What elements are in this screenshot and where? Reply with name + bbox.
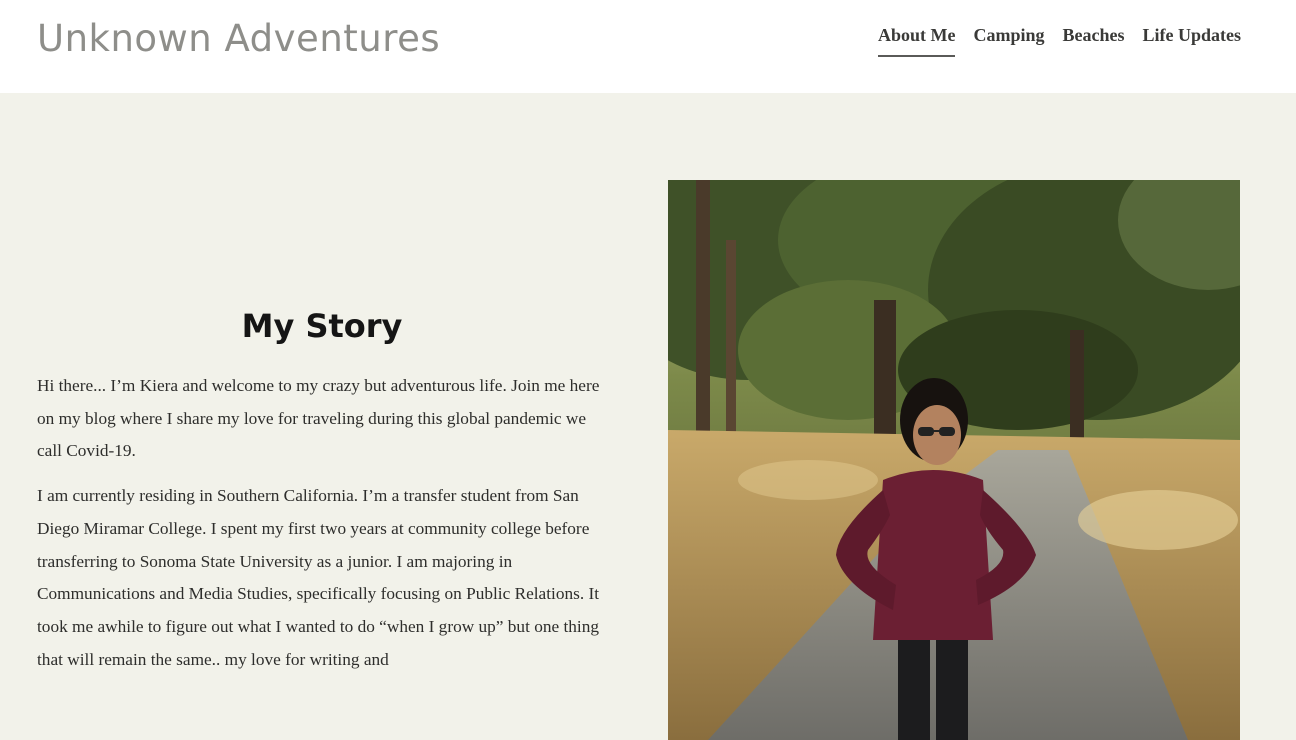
story-heading: My Story [241, 307, 403, 345]
nav-camping[interactable]: Camping [973, 22, 1044, 57]
nav-life-updates[interactable]: Life Updates [1143, 22, 1242, 57]
story-paragraph-background: I am currently residing in Southern Cali… [37, 486, 600, 669]
story-paragraph-intro: Hi there... I’m Kiera and welcome to my … [37, 376, 600, 461]
story-section: My Story Hi there... I’m Kiera and welco… [37, 300, 607, 688]
profile-photo [668, 180, 1240, 740]
site-header: Unknown Adventures About Me Camping Beac… [0, 0, 1296, 93]
main-nav: About Me Camping Beaches Life Updates [877, 22, 1242, 57]
nav-about-me[interactable]: About Me [877, 22, 956, 57]
nav-beaches[interactable]: Beaches [1063, 22, 1125, 57]
site-title-link[interactable]: Unknown Adventures [37, 14, 440, 64]
